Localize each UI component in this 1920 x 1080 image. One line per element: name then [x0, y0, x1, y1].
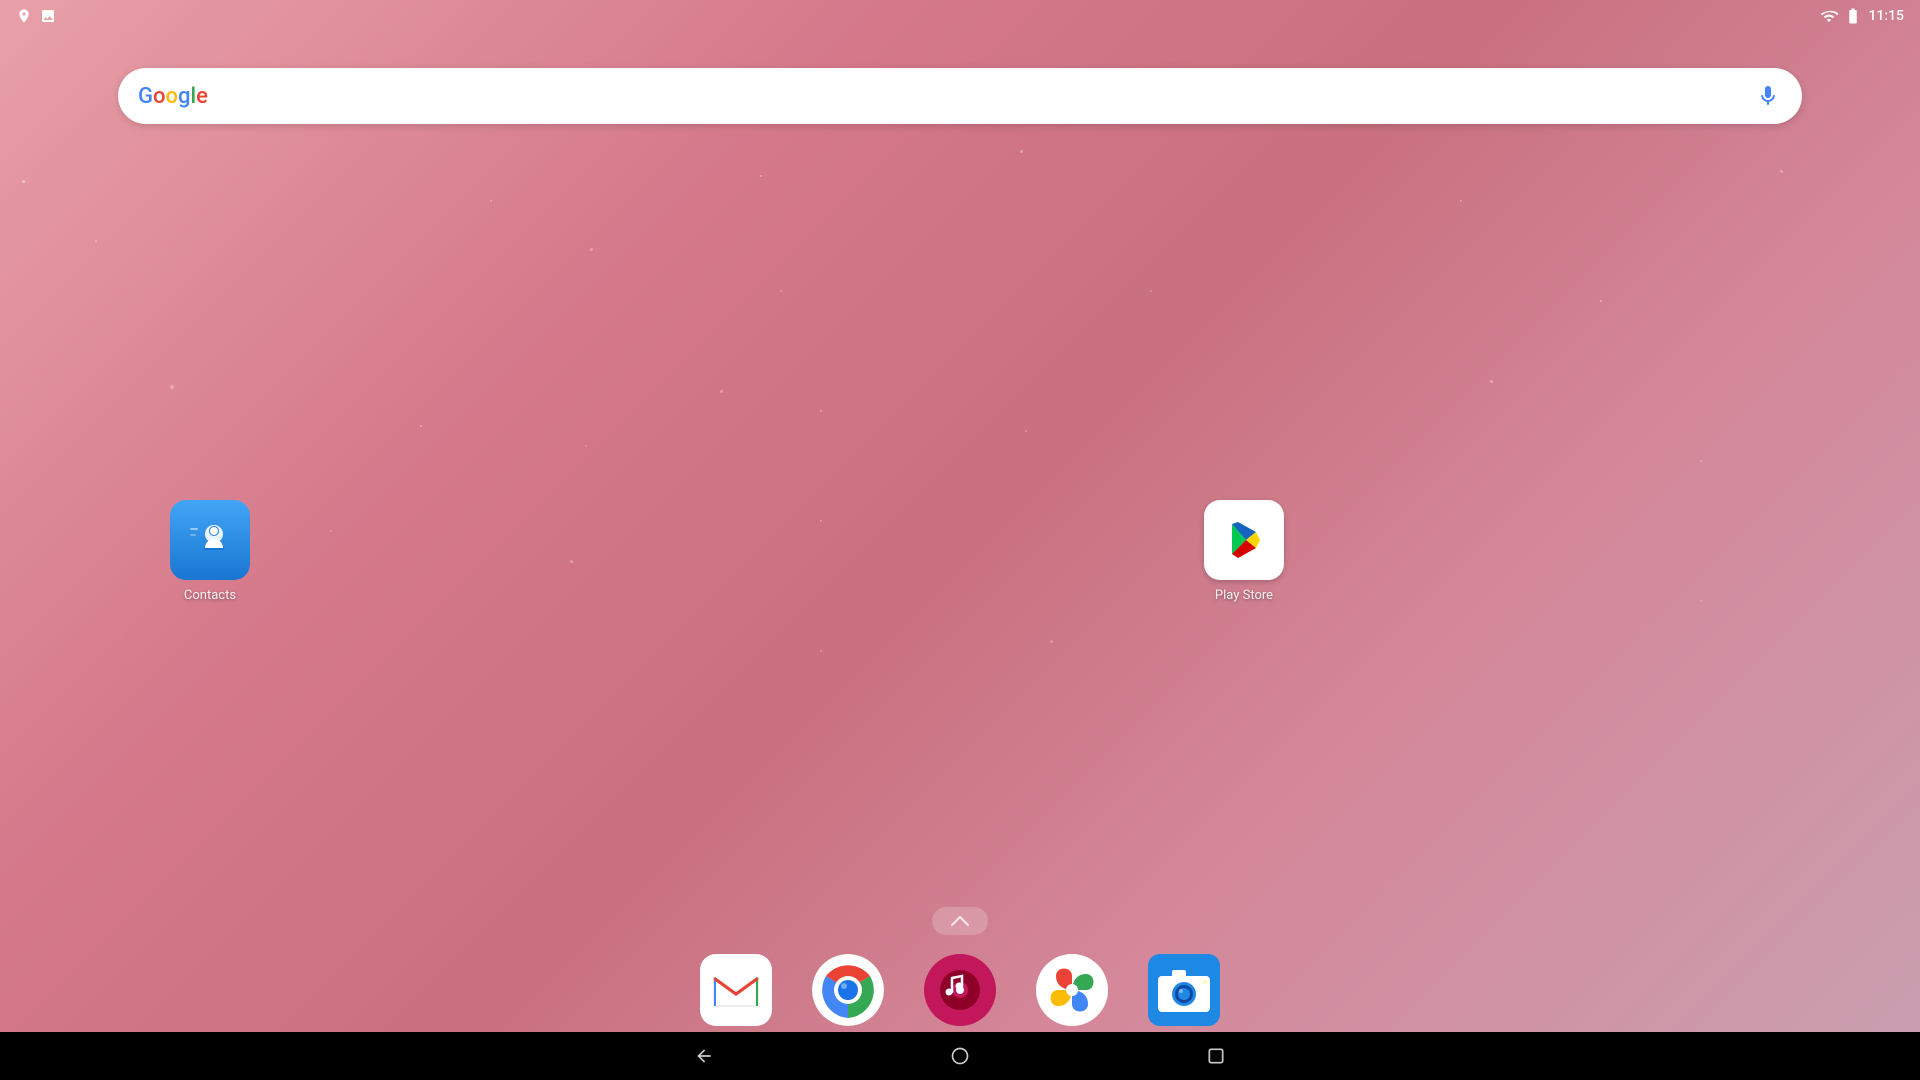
status-left-icons [16, 8, 56, 24]
music-icon-bg [924, 954, 996, 1026]
recents-icon [1206, 1046, 1226, 1066]
battery-icon [1844, 7, 1862, 25]
chrome-dock-icon[interactable] [812, 954, 884, 1026]
nav-bar [0, 1032, 1920, 1080]
wifi-icon [1820, 7, 1838, 25]
playstore-icon-bg [1204, 500, 1284, 580]
playstore-app-label: Play Store [1215, 588, 1273, 603]
recents-button[interactable] [1198, 1038, 1234, 1074]
status-bar: 11:15 [0, 0, 1920, 32]
google-logo: Google [138, 84, 208, 109]
contacts-icon-bg [170, 500, 250, 580]
back-button[interactable] [686, 1038, 722, 1074]
chevron-up-icon [950, 915, 970, 927]
camera-dock-icon[interactable] [1148, 954, 1220, 1026]
back-icon [694, 1046, 714, 1066]
app-drawer-button[interactable] [932, 907, 988, 935]
gmail-dock-icon[interactable] [700, 954, 772, 1026]
contacts-app-icon[interactable]: Contacts [162, 500, 258, 603]
photos-dock-icon[interactable] [1036, 954, 1108, 1026]
music-dock-icon[interactable] [924, 954, 996, 1026]
status-time: 11:15 [1868, 8, 1904, 24]
chrome-icon-bg [812, 954, 884, 1026]
camera-icon-bg [1148, 954, 1220, 1026]
dock [0, 940, 1920, 1040]
playstore-app-icon[interactable]: Play Store [1196, 500, 1292, 603]
google-search-bar[interactable]: Google [118, 68, 1802, 124]
home-icon [950, 1046, 970, 1066]
location-icon [16, 8, 32, 24]
gallery-icon [40, 8, 56, 24]
photos-icon-bg [1036, 954, 1108, 1026]
contacts-app-label: Contacts [184, 588, 236, 603]
mic-icon[interactable] [1754, 82, 1782, 110]
gmail-icon-bg [700, 954, 772, 1026]
home-button[interactable] [942, 1038, 978, 1074]
status-right-icons: 11:15 [1820, 7, 1904, 25]
